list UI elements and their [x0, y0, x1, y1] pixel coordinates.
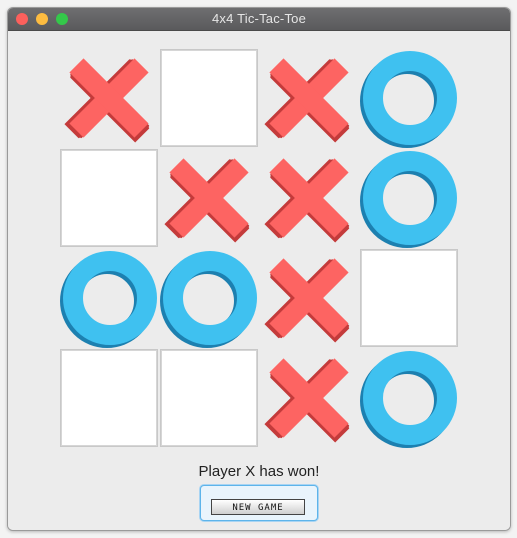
board-cell-1-1[interactable] — [159, 148, 259, 248]
board-cell-0-2[interactable] — [259, 48, 359, 148]
x-mark-icon — [264, 58, 350, 143]
x-mark-icon — [64, 58, 150, 143]
game-board — [59, 48, 459, 448]
o-mark-icon — [160, 251, 257, 348]
x-mark-icon — [164, 158, 250, 243]
board-cell-3-3[interactable] — [359, 348, 459, 448]
o-mark-icon — [360, 351, 457, 448]
board-cell-0-0[interactable] — [59, 48, 159, 148]
title-bar[interactable]: 4x4 Tic-Tac-Toe — [8, 8, 510, 31]
board-cell-3-1[interactable] — [159, 348, 259, 448]
window-title: 4x4 Tic-Tac-Toe — [211, 11, 307, 26]
board-cell-2-1[interactable] — [159, 248, 259, 348]
o-mark-icon — [360, 51, 457, 148]
board-cell-3-2[interactable] — [259, 348, 359, 448]
x-mark-icon — [264, 258, 350, 343]
board-cell-2-2[interactable] — [259, 248, 359, 348]
board-cell-0-1[interactable] — [159, 48, 259, 148]
new-game-button[interactable]: NEW GAME — [211, 499, 305, 515]
x-mark-icon — [264, 358, 350, 443]
board-cell-2-0[interactable] — [59, 248, 159, 348]
board-cell-1-2[interactable] — [259, 148, 359, 248]
x-mark-icon — [264, 158, 350, 243]
board-cell-0-3[interactable] — [359, 48, 459, 148]
board-cell-1-3[interactable] — [359, 148, 459, 248]
app-window: 4x4 Tic-Tac-Toe Player X has won! NEW GA… — [7, 7, 511, 531]
board-cell-1-0[interactable] — [59, 148, 159, 248]
game-content: Player X has won! NEW GAME — [8, 31, 510, 530]
o-mark-icon — [360, 151, 457, 248]
o-mark-icon — [60, 251, 157, 348]
game-status: Player X has won! — [198, 463, 320, 480]
board-cell-2-3[interactable] — [359, 248, 459, 348]
board-cell-3-0[interactable] — [59, 348, 159, 448]
